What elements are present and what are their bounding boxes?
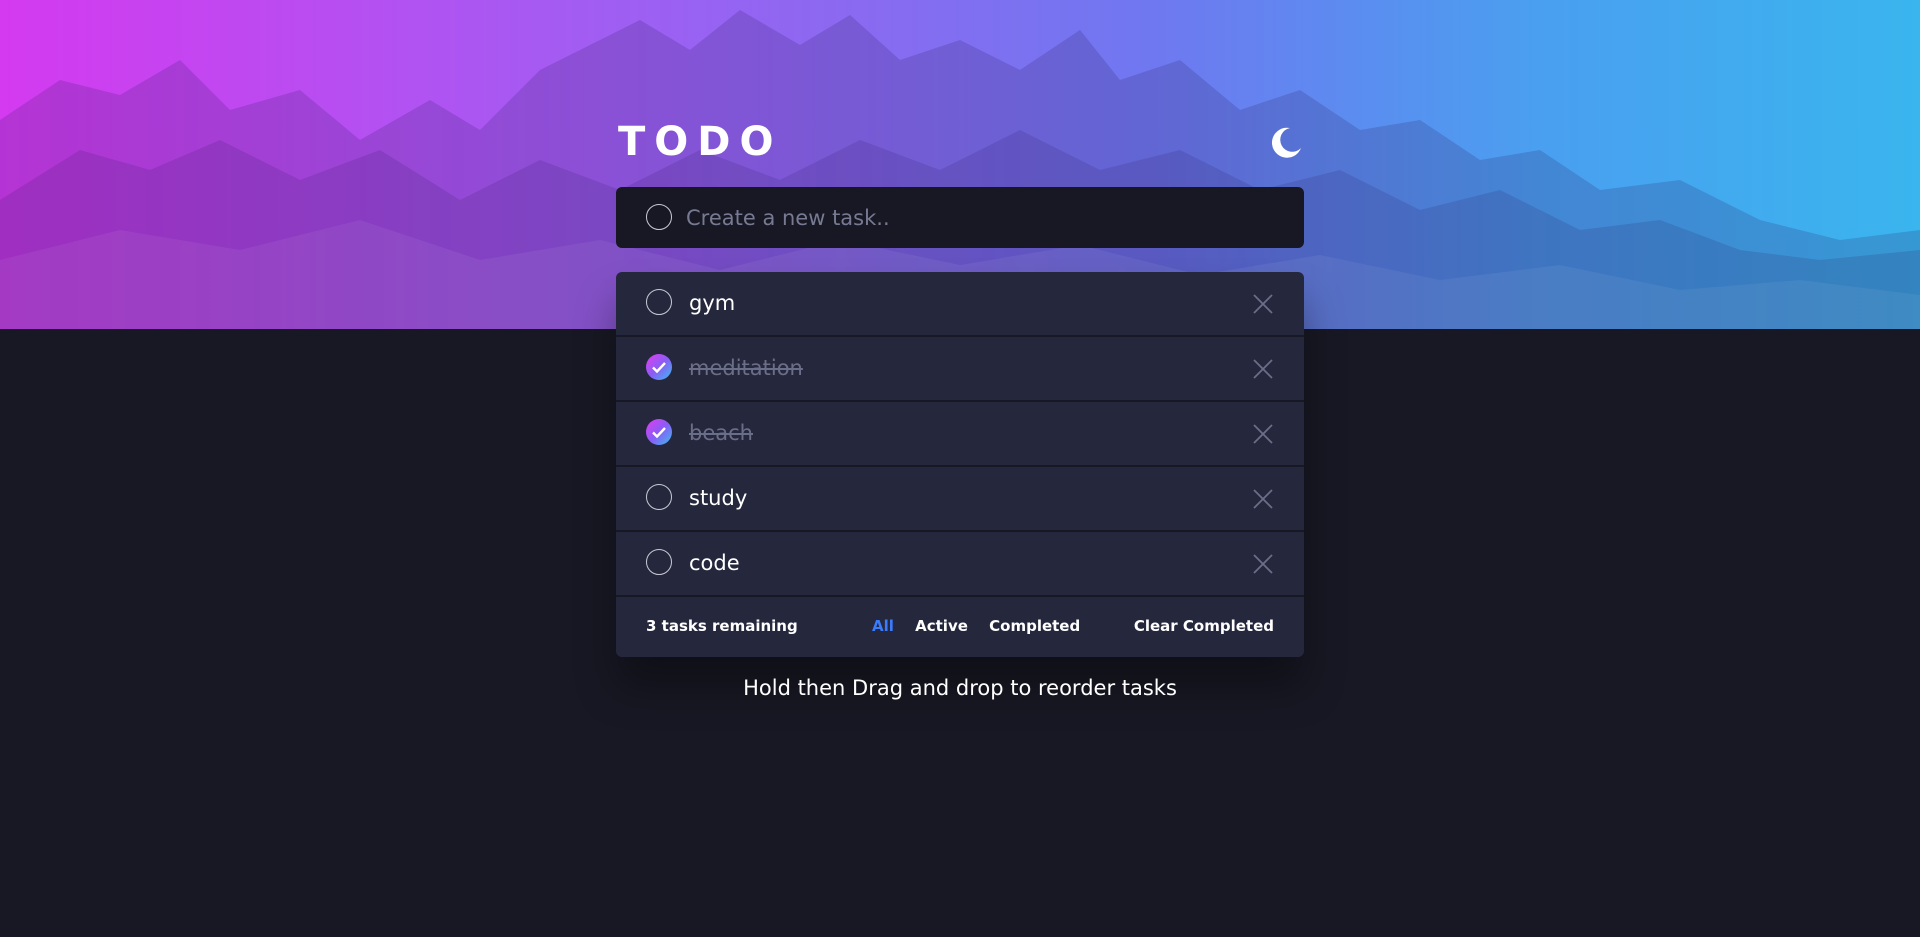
task-item[interactable]: meditation (616, 337, 1304, 402)
task-label: study (689, 486, 748, 510)
close-icon[interactable] (1252, 293, 1274, 315)
task-item[interactable]: gym (616, 272, 1304, 337)
task-item[interactable]: code (616, 532, 1304, 597)
unchecked-circle-icon[interactable] (646, 549, 672, 575)
new-task-circle-icon (646, 204, 672, 230)
task-label: gym (689, 291, 736, 315)
close-icon[interactable] (1252, 488, 1274, 510)
app-header: TODO (616, 118, 1304, 168)
task-label: meditation (689, 356, 803, 380)
task-list: gym meditation beach study code 3 tasks … (616, 272, 1304, 657)
reorder-hint: Hold then Drag and drop to reorder tasks (743, 676, 1177, 700)
unchecked-circle-icon[interactable] (646, 484, 672, 510)
new-task-input[interactable] (684, 199, 1268, 237)
close-icon[interactable] (1252, 553, 1274, 575)
filter-group: All Active Completed (872, 617, 1096, 635)
checked-circle-icon[interactable] (646, 419, 672, 445)
filter-all-button[interactable]: All (872, 617, 894, 635)
task-label: beach (689, 421, 753, 445)
close-icon[interactable] (1252, 358, 1274, 380)
clear-completed-button[interactable]: Clear Completed (1134, 617, 1274, 635)
tasks-remaining-count: 3 tasks remaining (646, 617, 798, 635)
filter-active-button[interactable]: Active (915, 617, 968, 635)
list-footer: 3 tasks remaining All Active Completed C… (616, 597, 1304, 657)
checked-circle-icon[interactable] (646, 354, 672, 380)
task-item[interactable]: study (616, 467, 1304, 532)
task-label: code (689, 551, 740, 575)
moon-icon[interactable] (1268, 124, 1304, 160)
task-item[interactable]: beach (616, 402, 1304, 467)
new-task-bar (616, 187, 1304, 248)
unchecked-circle-icon[interactable] (646, 289, 672, 315)
filter-completed-button[interactable]: Completed (989, 617, 1080, 635)
close-icon[interactable] (1252, 423, 1274, 445)
app-title: TODO (618, 119, 783, 165)
